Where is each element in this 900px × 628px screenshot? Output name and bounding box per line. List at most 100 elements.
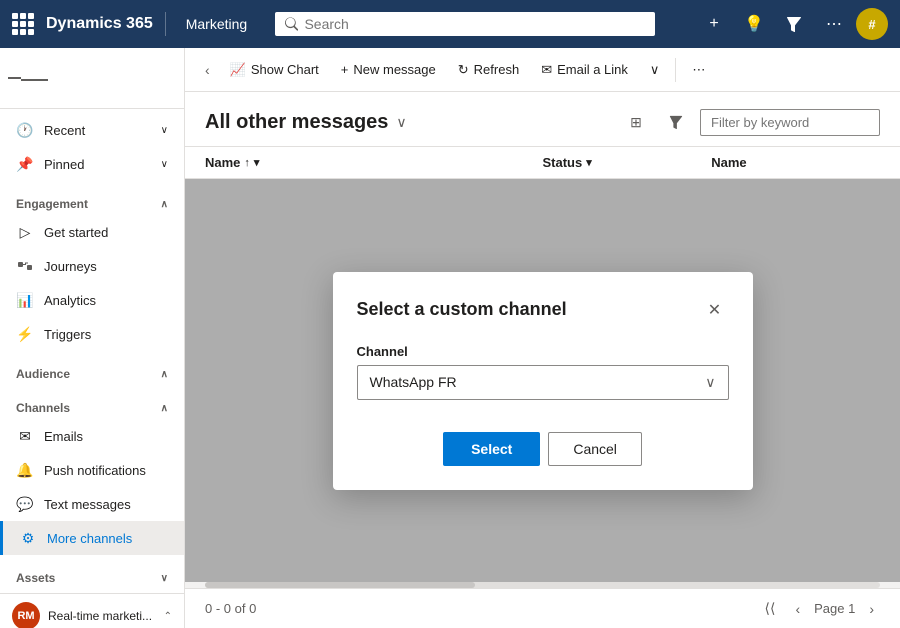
add-button[interactable]: + <box>696 6 732 42</box>
more-options-icon[interactable]: ⋯ <box>816 6 852 42</box>
main-content: ‹ 📈 Show Chart + New message ↻ Refresh ✉… <box>185 48 900 628</box>
title-chevron-icon[interactable]: ∨ <box>396 114 406 131</box>
sidebar-item-get-started[interactable]: ▷ Get started <box>0 215 184 249</box>
top-nav: Dynamics 365 Marketing + 💡 ⋯ # <box>0 0 900 48</box>
table-header: Name ↑ ▾ Status ▾ Name <box>185 147 900 179</box>
col-name2-header: Name <box>711 155 880 170</box>
audience-header[interactable]: Audience ∧ <box>0 359 184 385</box>
sidebar-item-recent[interactable]: 🕐 Recent ∨ <box>0 113 184 147</box>
channel-label: Channel <box>357 344 729 359</box>
sidebar-item-journeys[interactable]: Journeys <box>0 249 184 283</box>
lightbulb-icon[interactable]: 💡 <box>736 6 772 42</box>
modal-close-button[interactable]: ✕ <box>701 296 729 324</box>
sort-icon: ↑ <box>244 157 250 169</box>
chevron-up-icon-channels: ∧ <box>161 403 168 414</box>
refresh-icon: ↻ <box>458 62 469 78</box>
col-filter-icon[interactable]: ▾ <box>254 156 260 169</box>
chevron-down-icon-pinned: ∨ <box>161 159 168 170</box>
more-channels-icon: ⚙ <box>19 529 37 547</box>
filter-icon[interactable] <box>776 6 812 42</box>
nav-module: Marketing <box>174 16 259 32</box>
user-avatar[interactable]: # <box>856 8 888 40</box>
col-status-header[interactable]: Status ▾ <box>543 155 712 170</box>
modal-body: Channel WhatsApp FR ∨ <box>357 344 729 400</box>
sidebar-footer[interactable]: RM Real-time marketi... ⌃ <box>0 593 184 628</box>
sidebar-item-pinned[interactable]: 📌 Pinned ∨ <box>0 147 184 181</box>
chart-icon: 📈 <box>230 62 246 78</box>
channel-dropdown[interactable]: WhatsApp FR ∨ <box>357 365 729 400</box>
refresh-button[interactable]: ↻ Refresh <box>448 56 529 84</box>
bell-icon: 🔔 <box>16 461 34 479</box>
modal-overlay: Select a custom channel ✕ Channel WhatsA… <box>185 179 900 582</box>
modal-header: Select a custom channel ✕ <box>357 296 729 324</box>
content-area: Select a custom channel ✕ Channel WhatsA… <box>185 179 900 582</box>
select-button[interactable]: Select <box>443 432 540 466</box>
chat-icon: 💬 <box>16 495 34 513</box>
prev-page-button[interactable]: ‹ <box>789 599 806 619</box>
filter-keyword-input[interactable] <box>700 109 880 136</box>
bottom-bar: 0 - 0 of 0 ⟨⟨ ‹ Page 1 › <box>185 588 900 628</box>
dropdown-button[interactable]: ∨ <box>640 56 670 84</box>
sidebar: 🕐 Recent ∨ 📌 Pinned ∨ Engagement ∧ ▷ Get… <box>0 48 185 628</box>
sidebar-item-analytics[interactable]: 📊 Analytics <box>0 283 184 317</box>
page-header-actions: ⊞ <box>620 106 880 138</box>
more-toolbar-button[interactable]: ⋯ <box>682 56 715 84</box>
assets-header[interactable]: Assets ∨ <box>0 563 184 589</box>
triggers-icon: ⚡ <box>16 325 34 343</box>
recent-icon: 🕐 <box>16 121 34 139</box>
page-label: Page 1 <box>814 601 855 616</box>
search-box[interactable] <box>275 12 655 36</box>
sidebar-top <box>0 48 184 109</box>
sidebar-section-audience: Audience ∧ <box>0 355 184 389</box>
sidebar-section-channels: Channels ∧ ✉ Emails 🔔 Push notifications… <box>0 389 184 559</box>
channels-header[interactable]: Channels ∧ <box>0 393 184 419</box>
chevron-down-icon-audience: ∧ <box>161 369 168 380</box>
toolbar: ‹ 📈 Show Chart + New message ↻ Refresh ✉… <box>185 48 900 92</box>
new-message-button[interactable]: + New message <box>331 56 446 83</box>
email-icon: ✉ <box>16 427 34 445</box>
sidebar-item-emails[interactable]: ✉ Emails <box>0 419 184 453</box>
play-icon: ▷ <box>16 223 34 241</box>
col-name-header[interactable]: Name ↑ ▾ <box>205 155 543 170</box>
chevron-down-icon-assets: ∨ <box>161 573 168 584</box>
plus-icon: + <box>341 62 349 77</box>
page-title: All other messages <box>205 111 388 134</box>
sidebar-item-more-channels[interactable]: ⚙ More channels <box>0 521 184 555</box>
dropdown-chevron-icon: ∨ <box>705 374 715 391</box>
sidebar-section-assets: Assets ∨ <box>0 559 184 593</box>
app-grid-icon[interactable] <box>12 13 34 35</box>
filter-icon-header[interactable] <box>660 106 692 138</box>
toolbar-separator <box>675 58 676 82</box>
footer-avatar: RM <box>12 602 40 628</box>
next-page-button[interactable]: › <box>863 599 880 619</box>
email-link-icon: ✉ <box>541 62 552 78</box>
modal-title: Select a custom channel <box>357 299 567 320</box>
engagement-header[interactable]: Engagement ∧ <box>0 189 184 215</box>
channel-value: WhatsApp FR <box>370 374 457 390</box>
cancel-button[interactable]: Cancel <box>548 432 642 466</box>
chevron-up-icon: ∧ <box>161 199 168 210</box>
search-input[interactable] <box>304 16 645 32</box>
status-sort-icon: ▾ <box>586 156 592 169</box>
layout: 🕐 Recent ∨ 📌 Pinned ∨ Engagement ∧ ▷ Get… <box>0 48 900 628</box>
email-link-button[interactable]: ✉ Email a Link <box>531 56 638 84</box>
modal-footer: Select Cancel <box>357 432 729 466</box>
view-toggle-icon[interactable]: ⊞ <box>620 106 652 138</box>
pagination: ⟨⟨ ‹ Page 1 › <box>759 598 880 619</box>
sidebar-item-text-messages[interactable]: 💬 Text messages <box>0 487 184 521</box>
show-chart-button[interactable]: 📈 Show Chart <box>220 56 329 84</box>
chevron-down-icon: ∨ <box>161 125 168 136</box>
app-name: Dynamics 365 <box>46 15 153 33</box>
sidebar-section-recents: 🕐 Recent ∨ 📌 Pinned ∨ <box>0 109 184 185</box>
first-page-button[interactable]: ⟨⟨ <box>759 598 782 619</box>
sidebar-section-engagement: Engagement ∧ ▷ Get started Journeys 📊 An… <box>0 185 184 355</box>
pin-icon: 📌 <box>16 155 34 173</box>
sidebar-item-push-notifications[interactable]: 🔔 Push notifications <box>0 453 184 487</box>
journeys-icon <box>16 257 34 275</box>
nav-divider <box>165 12 166 36</box>
sidebar-toggle[interactable] <box>8 58 48 98</box>
sidebar-item-triggers[interactable]: ⚡ Triggers <box>0 317 184 351</box>
search-icon <box>285 17 298 31</box>
back-button[interactable]: ‹ <box>197 56 218 84</box>
nav-actions: + 💡 ⋯ # <box>696 6 888 42</box>
